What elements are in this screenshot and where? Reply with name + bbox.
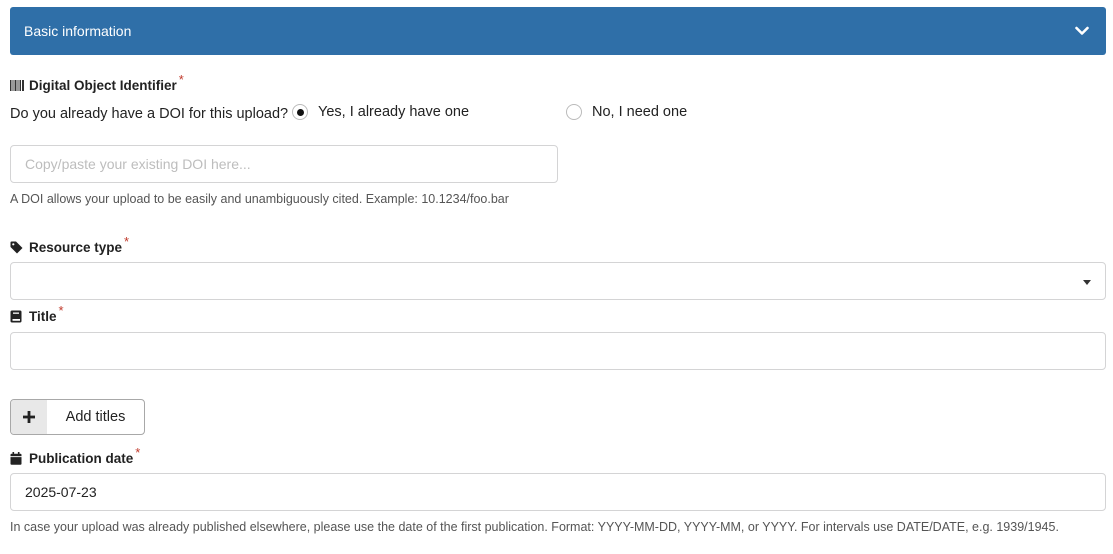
doi-option-no[interactable]: No, I need one [566, 104, 687, 120]
title-input[interactable] [10, 332, 1106, 370]
doi-question: Do you already have a DOI for this uploa… [10, 106, 289, 122]
publication-date-input[interactable] [10, 473, 1106, 511]
resource-type-select[interactable] [10, 262, 1106, 300]
plus-icon [11, 400, 47, 434]
doi-option-yes-label: Yes, I already have one [318, 104, 470, 120]
publication-date-label: Publication date * [10, 445, 140, 466]
publication-date-label-text: Publication date [29, 451, 134, 466]
tag-icon [10, 241, 24, 255]
publication-date-help-text: In case your upload was already publishe… [10, 520, 1059, 534]
doi-option-no-label: No, I need one [592, 104, 688, 120]
required-mark: * [124, 234, 130, 249]
doi-input[interactable] [10, 145, 558, 183]
caret-down-icon [1083, 280, 1091, 285]
radio-yes[interactable] [292, 104, 308, 120]
book-icon [10, 310, 24, 324]
barcode-icon [10, 79, 24, 93]
chevron-down-icon[interactable] [1072, 21, 1092, 41]
calendar-icon [10, 452, 24, 466]
radio-no[interactable] [566, 104, 582, 120]
resource-type-label-text: Resource type [29, 240, 123, 255]
title-label: Title * [10, 303, 64, 324]
title-label-text: Title [29, 309, 57, 324]
add-titles-label: Add titles [65, 409, 126, 425]
doi-label: Digital Object Identifier * [10, 72, 184, 93]
required-mark: * [178, 72, 184, 87]
add-titles-button[interactable]: Add titles [10, 399, 145, 435]
basic-information-accordion-header[interactable]: Basic information [10, 7, 1106, 55]
doi-help-text: A DOI allows your upload to be easily an… [10, 192, 509, 206]
required-mark: * [135, 445, 141, 460]
resource-type-label: Resource type * [10, 234, 129, 255]
required-mark: * [58, 303, 64, 318]
doi-option-yes[interactable]: Yes, I already have one [292, 104, 469, 120]
accordion-title: Basic information [24, 23, 132, 39]
doi-label-text: Digital Object Identifier [29, 78, 177, 93]
